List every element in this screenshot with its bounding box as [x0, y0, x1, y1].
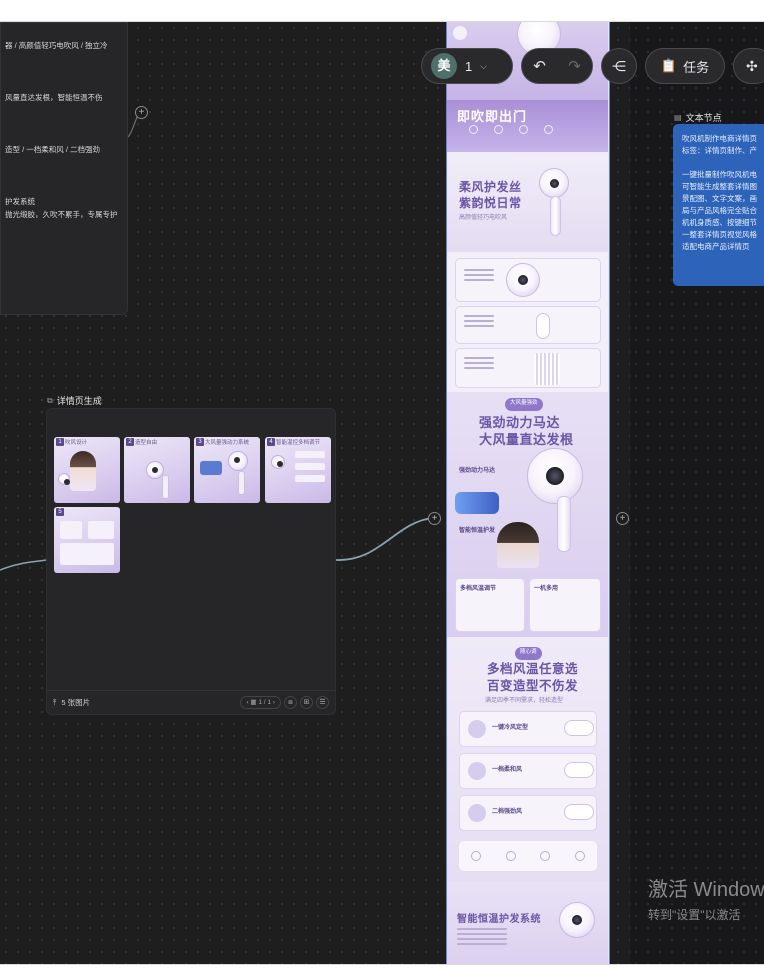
thumbnail-3[interactable]: 3 大风量强动力系统 [194, 437, 260, 503]
section-modes: 随心调 多档风温任意选 百变造型不伤发 满足四季不同需求，轻松造型 一键冷风定型… [447, 637, 608, 882]
text-node[interactable]: 吹风机制作电商详情页 标签：详情页制作、产 一键批量制作吹风机电 可智能生成整套… [673, 124, 764, 286]
motor-image [200, 461, 222, 475]
prompt-line [5, 104, 119, 117]
section-banner: 即吹即出门 [447, 100, 608, 152]
detail-node-footer: ⤒ 5 张图片 ‹ ▦ 1 / 1 › ⧈ ⊞ ☰ [47, 690, 335, 714]
text-node-icon: ▤ [674, 113, 682, 122]
crop-icon[interactable]: ⧈ [284, 696, 297, 709]
dryer-image [539, 168, 569, 198]
detail-node-title: ⧉ 详情页生成 [47, 395, 102, 407]
chevron-down-icon: ⌵ [480, 60, 488, 71]
undo-icon[interactable]: ↶ [533, 57, 546, 75]
bottom-edge [0, 964, 764, 971]
dryer-image [58, 473, 70, 485]
model-image [70, 451, 96, 491]
prompt-line: 器 / 高颜值轻巧电吹风 / 独立冷 [5, 41, 108, 50]
thumbnail-5[interactable]: 5 [54, 507, 120, 573]
plugin-icon[interactable]: ✣ [733, 48, 764, 84]
copy-icon: ⧉ [47, 395, 53, 405]
image-count-label: 5 张图片 [61, 698, 91, 707]
user-count: 1 [465, 58, 473, 74]
thumbnail-2[interactable]: 2 造型自由 [124, 437, 190, 503]
prompt-line: 护发系统 [5, 197, 35, 206]
thumbnail-4[interactable]: 4 智能温控多档调节 [265, 437, 331, 503]
section-motor: 大风量强劲 强劲动力马达 大风量直达发根 强劲动力马达 智能恒温护发 多档风温调… [447, 392, 608, 637]
prompt-line: 风量直达发根，智能恒温不伤 [5, 93, 103, 102]
top-edge [0, 0, 764, 22]
history-controls: ↶ ↷ [521, 48, 593, 84]
prompt-line [5, 130, 119, 143]
dryer-image [228, 451, 248, 471]
upload-button[interactable]: ⤒ 5 张图片 [53, 697, 90, 708]
avatar: 美 [431, 53, 457, 79]
clipboard-icon: 📋 [660, 58, 678, 73]
section-intro: 柔风护发丝 紫韵悦日常 高颜值轻巧电吹风 [447, 152, 608, 252]
prompt-line [5, 156, 119, 169]
model-image [497, 522, 539, 568]
detail-page-node[interactable]: 1 吹风设计 2 造型自由 3 大风量强动力系统 4 智能温控多档调节 5 ⤒ … [46, 408, 336, 715]
prompt-line: 抛光缎胶，久吹不累手，专属专护 [5, 210, 118, 219]
pager: ‹ ▦ 1 / 1 › ⧈ ⊞ ☰ [240, 696, 329, 709]
thumbnail-1[interactable]: 1 吹风设计 [54, 437, 120, 503]
upload-icon: ⤒ [53, 697, 57, 707]
add-node-plus-icon[interactable]: + [616, 512, 629, 525]
section-heat-protect: 智能恒温护发系统 [447, 882, 608, 964]
detail-page-preview[interactable]: 即吹即出门 柔风护发丝 紫韵悦日常 高颜值轻巧电吹风 大风量强劲 强劲动力马达 … [446, 22, 610, 964]
motor-image [455, 492, 499, 514]
list-icon[interactable]: ☰ [316, 696, 329, 709]
dryer-image [271, 455, 285, 469]
workflow-canvas[interactable]: 器 / 高颜值轻巧电吹风 / 独立冷 风量直达发根，智能恒温不伤 造型 / 一档… [0, 22, 764, 964]
dryer-handle-image [238, 471, 245, 495]
prompt-text-card[interactable]: 器 / 高颜值轻巧电吹风 / 独立冷 风量直达发根，智能恒温不伤 造型 / 一档… [0, 22, 128, 315]
prompt-line: 造型 / 一档柔和风 / 二档强劲 [5, 145, 101, 154]
redo-icon[interactable]: ↷ [568, 57, 581, 75]
dryer-handle-image [162, 475, 169, 499]
floating-toolbar: 美 1 ⌵ ↶ ↷ ⋲ 📋 任务 ✣ [421, 48, 764, 84]
dryer-image [559, 902, 595, 938]
text-node-title: ▤ 文本节点 [674, 113, 722, 123]
prompt-line [5, 78, 119, 91]
prompt-line [5, 52, 119, 65]
feature-icons [469, 125, 553, 134]
grid-icon[interactable]: ⊞ [300, 696, 313, 709]
prompt-line [5, 182, 119, 195]
task-button[interactable]: 📋 任务 [645, 48, 725, 84]
prompt-line [5, 117, 119, 130]
dryer-image [527, 448, 583, 504]
add-node-plus-icon[interactable]: + [135, 106, 148, 119]
prompt-line [5, 65, 119, 78]
share-icon[interactable]: ⋲ [601, 48, 637, 84]
prompt-line [5, 169, 119, 182]
page-selector[interactable]: ‹ ▦ 1 / 1 › [240, 696, 281, 709]
section-features [447, 252, 608, 392]
connector-plus-icon[interactable]: + [428, 512, 441, 525]
collaborators-button[interactable]: 美 1 ⌵ [421, 48, 513, 84]
windows-activation-watermark: 激活 Windows 转到"设置"以激活 [648, 879, 764, 922]
